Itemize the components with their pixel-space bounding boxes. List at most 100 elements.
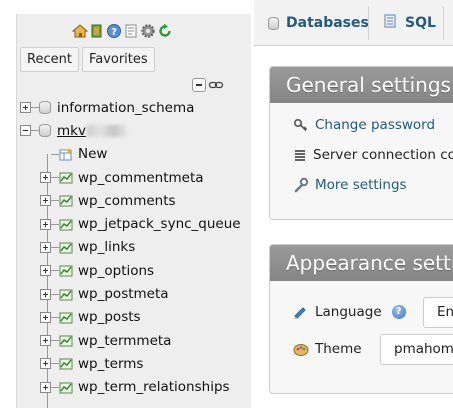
- tree-item-label[interactable]: wp_term_relationships: [78, 379, 230, 395]
- tree-item-label[interactable]: wp_options: [78, 263, 154, 279]
- tree-connector: [51, 386, 59, 388]
- expand-icon[interactable]: [40, 358, 51, 370]
- database-icon: [39, 101, 51, 115]
- table-icon: [59, 171, 73, 184]
- tree-table-item[interactable]: wp_commentmeta: [17, 166, 251, 189]
- expand-icon[interactable]: [20, 102, 31, 114]
- table-icon: [59, 311, 73, 324]
- change-password-link[interactable]: Change password: [315, 117, 435, 133]
- table-icon: [59, 218, 73, 231]
- home-icon[interactable]: [72, 23, 88, 39]
- expand-icon[interactable]: [40, 195, 51, 207]
- tree-connector: [51, 363, 59, 365]
- obscured-text: [86, 124, 127, 137]
- docs-icon[interactable]: [123, 23, 139, 39]
- tree-connector: [31, 130, 39, 132]
- tree-controls: [192, 77, 224, 93]
- sql-icon: [382, 13, 398, 33]
- expand-icon[interactable]: [40, 381, 51, 393]
- tree-item-label[interactable]: wp_postmeta: [78, 286, 169, 302]
- tree-table-item[interactable]: wp_comments: [17, 189, 251, 212]
- tree-connector: [51, 316, 59, 318]
- tree-item-label[interactable]: wp_posts: [78, 309, 141, 325]
- expand-icon[interactable]: [40, 241, 51, 253]
- tree-table-item[interactable]: wp_postmeta: [17, 282, 251, 305]
- svg-text:?: ?: [111, 27, 117, 38]
- tree-table-item[interactable]: wp_jetpack_sync_queue: [17, 212, 251, 235]
- tree-item-label[interactable]: wp_terms: [78, 356, 143, 372]
- tree-database-item[interactable]: information_schema: [17, 96, 251, 119]
- more-settings-row[interactable]: More settings: [293, 170, 453, 200]
- theme-icon: [293, 341, 309, 357]
- expand-icon[interactable]: [40, 311, 51, 323]
- tab-sql-label: SQL: [405, 15, 436, 31]
- tree-connector: [51, 293, 59, 295]
- navigation-tabs: Recent Favorites: [20, 47, 155, 72]
- language-select[interactable]: English: [423, 296, 453, 328]
- table-icon: [59, 357, 73, 370]
- tree-table-item[interactable]: wp_term_relationships: [17, 376, 251, 399]
- theme-select[interactable]: pmahomme: [380, 333, 453, 365]
- navigation-inner: ? Recent Favorites information_schema mk…: [16, 14, 251, 408]
- server-collation-label: Server connection collation: [313, 147, 453, 163]
- key-icon: [293, 117, 309, 133]
- tree-table-item[interactable]: wp_posts: [17, 306, 251, 329]
- table-icon: [59, 288, 73, 301]
- change-password-row[interactable]: Change password: [293, 110, 453, 140]
- tree-table-item[interactable]: wp_options: [17, 259, 251, 282]
- tab-sql[interactable]: SQL: [382, 8, 436, 38]
- tree-item-label[interactable]: mkv: [57, 123, 86, 139]
- language-row: Language ? English: [293, 295, 453, 329]
- tree-item-label[interactable]: wp_comments: [78, 193, 176, 209]
- collation-icon: [293, 147, 307, 163]
- tree-item-label[interactable]: information_schema: [57, 100, 194, 116]
- tree-connector: [51, 246, 59, 248]
- expand-icon[interactable]: [40, 218, 51, 230]
- tab-databases[interactable]: Databases: [268, 8, 369, 38]
- expand-icon[interactable]: [40, 335, 51, 347]
- more-settings-link[interactable]: More settings: [315, 177, 407, 193]
- exit-icon[interactable]: [89, 23, 105, 39]
- general-settings-panel: General settings Change password Server …: [269, 66, 453, 220]
- table-icon: [59, 334, 73, 347]
- database-icon: [268, 16, 279, 30]
- tree-item-label[interactable]: wp_termmeta: [78, 333, 171, 349]
- tree-connector: [51, 177, 59, 179]
- tree-item-label[interactable]: wp_commentmeta: [78, 170, 204, 186]
- appearance-settings-panel: Appearance settings Language ? English T…: [269, 244, 453, 394]
- tree-connector: [31, 107, 39, 109]
- collapse-icon[interactable]: [20, 125, 31, 137]
- server-collation-row: Server connection collation: [293, 140, 453, 170]
- expand-icon[interactable]: [40, 172, 51, 184]
- reload-icon[interactable]: [157, 23, 173, 39]
- tree-item-label[interactable]: wp_jetpack_sync_queue: [78, 216, 241, 232]
- tab-recent[interactable]: Recent: [20, 47, 79, 72]
- tree-table-item[interactable]: wp_links: [17, 236, 251, 259]
- navigation-panel: ? Recent Favorites information_schema mk…: [0, 0, 251, 408]
- help-icon[interactable]: ?: [106, 23, 122, 39]
- table-icon: [59, 381, 73, 394]
- tree-item-label[interactable]: New: [78, 146, 107, 162]
- tree-item-label[interactable]: wp_links: [78, 239, 135, 255]
- tree-connector: [51, 340, 59, 342]
- tree-connector: [51, 200, 59, 202]
- wrench-icon: [293, 177, 309, 193]
- tree-connector: [51, 153, 59, 155]
- tree-table-item[interactable]: wp_terms: [17, 352, 251, 375]
- collapse-all-icon[interactable]: [192, 78, 206, 92]
- navigation-logo-icons: ?: [72, 22, 173, 40]
- general-settings-title: General settings: [270, 67, 453, 103]
- tree-table-item[interactable]: wp_termmeta: [17, 329, 251, 352]
- tree-new-item[interactable]: New: [17, 143, 251, 166]
- gear-icon[interactable]: [140, 23, 156, 39]
- table-icon: [59, 241, 73, 254]
- tree-database-item[interactable]: mkv: [17, 119, 251, 142]
- tab-favorites[interactable]: Favorites: [81, 47, 155, 72]
- language-help-icon[interactable]: ?: [391, 305, 406, 319]
- database-icon: [39, 124, 51, 138]
- expand-icon[interactable]: [40, 265, 51, 277]
- expand-icon[interactable]: [40, 288, 51, 300]
- appearance-settings-title: Appearance settings: [270, 245, 453, 281]
- tab-databases-label: Databases: [286, 15, 369, 31]
- link-icon[interactable]: [208, 77, 224, 93]
